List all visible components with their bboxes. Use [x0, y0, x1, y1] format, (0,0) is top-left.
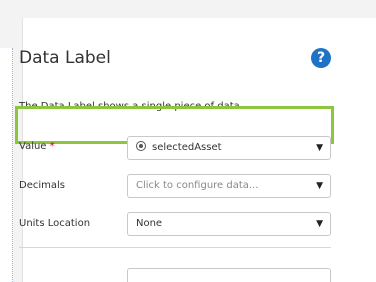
decimals-select[interactable]: Click to configure data... ▼ [127, 174, 331, 198]
chevron-down-icon: ▼ [316, 181, 323, 191]
radio-target-icon [136, 141, 146, 151]
decimals-placeholder: Click to configure data... [136, 180, 259, 191]
units-location-label: Units Location [19, 218, 91, 229]
canvas-page-edge [0, 48, 13, 282]
panel-title: Data Label [19, 48, 111, 68]
decimals-label: Decimals [19, 180, 65, 191]
section-divider [19, 247, 331, 248]
chevron-down-icon: ▼ [316, 143, 323, 153]
units-location-select[interactable]: None ▼ [127, 212, 331, 236]
chevron-down-icon: ▼ [316, 219, 323, 229]
value-selected-text: selectedAsset [152, 142, 222, 153]
top-toolbar-strip [0, 0, 376, 18]
value-label-text: Value [19, 141, 47, 152]
next-field-partial[interactable] [127, 268, 331, 282]
help-icon[interactable]: ? [311, 48, 331, 68]
value-label: Value * [19, 141, 55, 152]
value-select[interactable]: selectedAsset ▼ [127, 136, 331, 160]
units-location-selected: None [136, 218, 163, 229]
required-marker: * [49, 141, 55, 152]
